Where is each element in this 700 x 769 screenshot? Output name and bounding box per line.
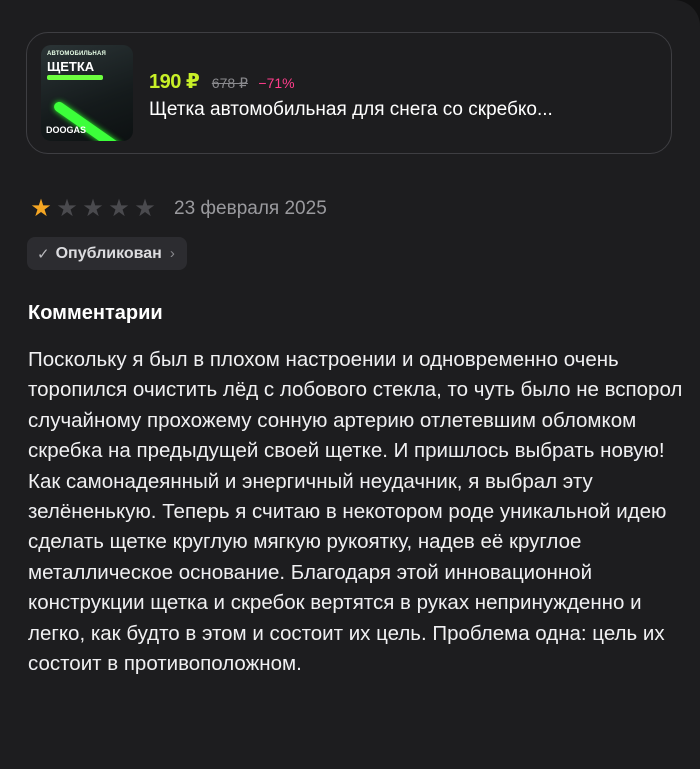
comments-heading: Комментарии [28, 302, 163, 324]
product-image-caption: АВТОМОБИЛЬНАЯ [47, 51, 107, 57]
product-image-name: ЩЕТКА [47, 59, 95, 74]
status-badge[interactable]: ✓ Опубликован › [27, 237, 187, 270]
check-icon: ✓ [37, 245, 50, 263]
star-icon: ★ [56, 195, 78, 222]
review-date: 23 февраля 2025 [174, 198, 327, 219]
product-image[interactable]: АВТОМОБИЛЬНАЯ ЩЕТКА DOOGAS [41, 45, 133, 141]
star-icon: ★ [108, 195, 130, 222]
review-comment: Поскольку я был в плохом настроении и од… [28, 348, 683, 676]
product-image-brand: DOOGAS [46, 125, 87, 135]
star-icon: ★ [134, 195, 156, 222]
product-title[interactable]: Щетка автомобильная для снега со скребко… [149, 99, 553, 121]
product-card[interactable]: АВТОМОБИЛЬНАЯ ЩЕТКА DOOGAS 190 ₽ 678 ₽ −… [26, 32, 672, 154]
price-row: 190 ₽ 678 ₽ −71% [149, 69, 295, 93]
star-icon: ★ [30, 195, 52, 222]
rating-row: ★ ★ ★ ★ ★ 23 февраля 2025 [28, 196, 327, 222]
current-price: 190 ₽ [149, 71, 200, 93]
status-label: Опубликован [55, 244, 162, 262]
review-sheet: АВТОМОБИЛЬНАЯ ЩЕТКА DOOGAS 190 ₽ 678 ₽ −… [0, 0, 700, 769]
discount-badge: −71% [258, 75, 295, 91]
product-image-stripe [47, 75, 103, 80]
star-icon: ★ [82, 195, 104, 222]
old-price: 678 ₽ [211, 75, 248, 91]
chevron-right-icon: › [169, 245, 175, 262]
rating-stars: ★ ★ ★ ★ ★ [28, 197, 158, 221]
